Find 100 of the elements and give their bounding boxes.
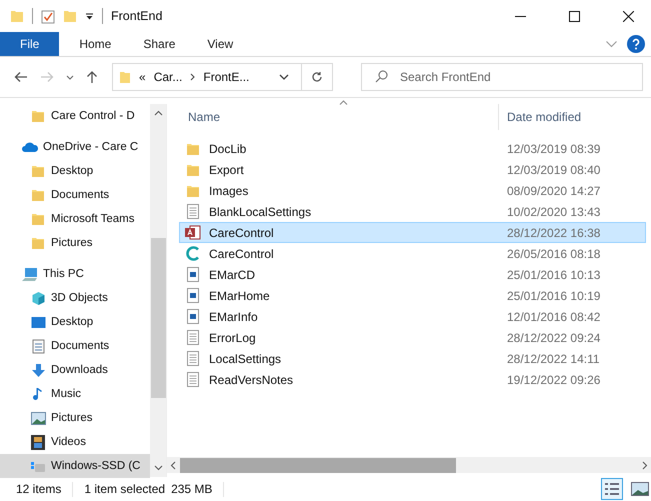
file-row[interactable]: Images 08/09/2020 14:27 xyxy=(179,180,646,201)
sidebar-item[interactable]: Videos xyxy=(0,430,150,454)
file-name: CareControl xyxy=(209,226,274,240)
breadcrumb[interactable]: Car... xyxy=(154,70,182,84)
properties-icon[interactable] xyxy=(41,8,55,24)
ribbon-tab[interactable]: Home xyxy=(63,32,128,56)
scroll-left-icon[interactable] xyxy=(170,460,176,470)
date-modified: 19/12/2022 09:26 xyxy=(506,372,600,386)
date-modified: 12/01/2016 08:42 xyxy=(506,310,600,324)
drive-icon xyxy=(30,460,46,472)
folder-icon xyxy=(119,70,131,84)
file-name: BlankLocalSettings xyxy=(209,204,312,218)
back-arrow-icon[interactable] xyxy=(14,71,28,83)
close-icon xyxy=(622,10,634,22)
sidebar-item[interactable]: Desktop xyxy=(0,159,150,183)
file-row[interactable]: EMarCD 25/01/2016 10:13 xyxy=(179,264,646,285)
file-name: EMarInfo xyxy=(209,310,258,324)
selection-info: 1 item selected xyxy=(84,482,166,496)
sort-up-icon xyxy=(339,100,348,105)
column-header[interactable]: Name xyxy=(179,104,498,130)
sidebar-item[interactable]: 3D Objects xyxy=(0,286,150,310)
date-modified: 25/01/2016 10:19 xyxy=(506,288,600,302)
file-row[interactable]: LocalSettings 28/12/2022 14:11 xyxy=(179,348,646,369)
scrollbar[interactable] xyxy=(150,104,166,477)
horizontal-scrollbar[interactable] xyxy=(167,457,651,473)
file-row[interactable]: ErrorLog 28/12/2022 09:24 xyxy=(179,327,646,348)
ribbon-tab[interactable]: View xyxy=(191,32,250,56)
file-name: EMarCD xyxy=(209,268,256,282)
sidebar-item[interactable]: Windows-SSD (C xyxy=(0,454,150,478)
file-name: ErrorLog xyxy=(209,330,256,344)
sidebar-item[interactable]: Pictures xyxy=(0,231,150,255)
recent-dropdown-icon[interactable] xyxy=(66,74,74,80)
text-file-icon xyxy=(187,204,199,219)
folder-icon xyxy=(31,188,45,202)
file-row[interactable]: Export 12/03/2019 08:40 xyxy=(179,159,646,180)
film-icon xyxy=(31,434,45,450)
window-title: FrontEnd xyxy=(111,9,162,23)
chevron-down-icon[interactable] xyxy=(279,74,289,80)
sidebar-item[interactable]: Pictures xyxy=(0,406,150,430)
date-modified: 28/12/2022 16:38 xyxy=(506,226,600,240)
sidebar-item[interactable]: Documents xyxy=(0,183,150,207)
text-file-icon xyxy=(187,372,199,387)
help-icon[interactable] xyxy=(627,35,645,53)
up-arrow-icon[interactable] xyxy=(86,70,98,84)
date-modified: 10/02/2020 13:43 xyxy=(506,204,600,218)
document-icon xyxy=(32,338,44,354)
ribbon-tab[interactable]: File xyxy=(0,32,60,56)
sidebar-item[interactable]: Music xyxy=(0,382,150,406)
folder-icon xyxy=(186,162,200,176)
desktop-icon xyxy=(30,316,46,328)
ribbon-tab[interactable]: Share xyxy=(127,32,192,56)
c-logo-icon xyxy=(186,246,200,261)
sidebar-item[interactable]: Desktop xyxy=(0,310,150,334)
maximize-icon xyxy=(568,10,580,22)
address-bar[interactable]: « Car... FrontE... xyxy=(112,63,333,91)
computer-icon xyxy=(21,266,39,282)
file-row[interactable]: BlankLocalSettings 10/02/2020 13:43 xyxy=(179,201,646,222)
scroll-right-icon[interactable] xyxy=(642,460,648,470)
scroll-down-icon[interactable] xyxy=(154,465,162,471)
file-row[interactable]: DocLib 12/03/2019 08:39 xyxy=(179,138,646,159)
file-row[interactable]: EMarHome 25/01/2016 10:19 xyxy=(179,285,646,306)
date-modified: 26/05/2016 08:18 xyxy=(506,246,600,260)
breadcrumb[interactable]: FrontE... xyxy=(203,70,250,84)
image-file-icon xyxy=(187,288,199,303)
sidebar-item[interactable]: OneDrive - Care C xyxy=(0,135,150,159)
expand-ribbon-icon[interactable] xyxy=(606,40,617,48)
search-field[interactable]: Search FrontEnd xyxy=(361,63,643,91)
details-view-button[interactable] xyxy=(601,478,623,500)
download-icon xyxy=(30,362,46,378)
file-name: CareControl xyxy=(209,246,274,260)
file-row[interactable]: EMarInfo 12/01/2016 08:42 xyxy=(179,306,646,327)
file-name: DocLib xyxy=(209,142,246,156)
date-modified: 25/01/2016 10:13 xyxy=(506,268,600,282)
image-file-icon xyxy=(187,267,199,282)
sidebar-item[interactable]: This PC xyxy=(0,262,150,286)
sidebar-item[interactable]: Microsoft Teams xyxy=(0,207,150,231)
refresh-icon xyxy=(311,71,323,83)
breadcrumb-overflow[interactable]: « xyxy=(139,70,146,84)
folder-icon xyxy=(31,236,45,250)
file-name: Export xyxy=(209,162,244,176)
date-modified: 08/09/2020 14:27 xyxy=(506,184,600,198)
sidebar-item[interactable]: Documents xyxy=(0,334,150,358)
customize-dropdown-icon[interactable] xyxy=(85,12,94,20)
folder-icon xyxy=(186,184,200,198)
search-icon xyxy=(375,70,388,83)
scroll-up-icon[interactable] xyxy=(154,110,162,116)
date-modified: 12/03/2019 08:39 xyxy=(506,142,600,156)
file-row[interactable]: CareControl 26/05/2016 08:18 xyxy=(179,243,646,264)
cloud-icon xyxy=(21,141,39,153)
file-row[interactable]: CareControl 28/12/2022 16:38 xyxy=(179,222,646,243)
file-row[interactable]: ReadVersNotes 19/12/2022 09:26 xyxy=(179,369,646,390)
text-file-icon xyxy=(187,351,199,366)
column-header[interactable]: Date modified xyxy=(498,104,582,130)
folder-icon xyxy=(186,142,200,156)
sidebar-item[interactable]: Downloads xyxy=(0,358,150,382)
folder-icon xyxy=(31,109,45,123)
date-modified: 28/12/2022 14:11 xyxy=(506,352,600,366)
sidebar-item[interactable]: Care Control - D xyxy=(0,104,150,128)
music-note-icon xyxy=(32,386,44,402)
cube-icon xyxy=(30,290,46,306)
